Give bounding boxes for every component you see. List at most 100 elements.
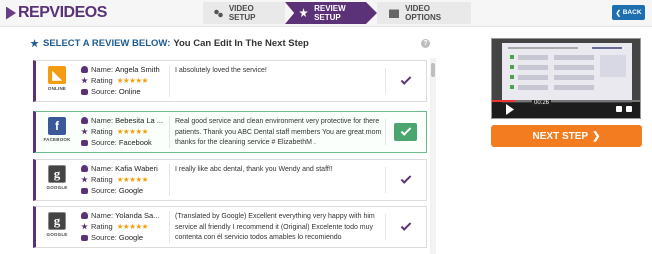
source-caption: GOOGLE	[46, 185, 68, 190]
select-review-button[interactable]	[385, 214, 425, 240]
video-frame-dot	[510, 75, 514, 79]
check-icon	[400, 173, 411, 184]
back-button[interactable]: ❮ BACK	[612, 5, 645, 20]
name-label: Name:	[91, 211, 114, 220]
speech-bubble-icon	[81, 88, 88, 95]
source-label: Source:	[91, 87, 117, 96]
review-card[interactable]: g GOOGLE Name: Kafia Waberi Rating ★★★★★ S…	[33, 159, 427, 201]
fullscreen-icon[interactable]	[626, 106, 632, 112]
video-frame-dot	[510, 65, 514, 69]
brand-name: REPVIDEOS	[18, 4, 107, 21]
wizard-steps: VIDEO SETUP REVIEW SETUP VIDEO OPTIONS	[203, 2, 471, 24]
next-step-button[interactable]: NEXT STEP ❯	[491, 125, 642, 147]
logo-mark-icon	[6, 6, 16, 20]
source-caption: GOOGLE	[46, 232, 68, 237]
video-time: 00:26	[532, 100, 552, 106]
video-frame-block	[554, 75, 594, 80]
rating-label: Rating	[91, 127, 113, 136]
video-progress-fill	[492, 100, 515, 102]
source-label: Source:	[91, 186, 117, 195]
review-meta: Name: Yolanda Sa... Rating ★★★★★ Source: Go…	[81, 210, 166, 243]
review-text: Real good service and clean environment …	[175, 118, 382, 146]
review-card[interactable]: g GOOGLE Name: Yolanda Sa... Rating ★★★★★ …	[33, 206, 427, 248]
video-frame-dot	[510, 55, 514, 59]
help-icon[interactable]: ?	[421, 39, 430, 48]
video-frame-line	[508, 47, 578, 49]
settings-icon[interactable]	[616, 106, 622, 112]
video-frame-block	[518, 65, 548, 70]
video-frame-block	[518, 55, 548, 60]
review-text: I really like abc dental, thank you Wend…	[175, 166, 333, 173]
user-icon	[81, 165, 88, 172]
rating-label: Rating	[91, 175, 113, 184]
review-source: Online	[118, 87, 141, 96]
rss-icon: ◣	[48, 66, 66, 84]
google-icon: g	[48, 165, 66, 183]
divider	[169, 65, 170, 97]
video-frame-line	[592, 47, 622, 49]
page-heading: SELECT A REVIEW BELOW: You Can Edit In T…	[30, 38, 309, 49]
video-frame-block	[554, 65, 594, 70]
star-icon	[81, 128, 88, 135]
star-icon	[30, 39, 39, 48]
divider	[169, 164, 170, 196]
select-review-button[interactable]	[385, 68, 425, 94]
reviewer-name: Kafia Waberi	[115, 164, 158, 173]
check-icon	[400, 74, 411, 85]
settings-icon	[213, 8, 223, 18]
step-label: VIDEO SETUP	[228, 4, 256, 22]
step-label: REVIEW SETUP	[314, 4, 346, 22]
review-card[interactable]: ◣ ONLINE Name: Angela Smith Rating ★★★★★ S…	[33, 60, 427, 102]
review-meta: Name: Bebesita La ... Rating ★★★★★ Source:…	[81, 115, 166, 148]
chevron-right-icon: ❯	[592, 130, 601, 142]
step-label: VIDEO OPTIONS	[405, 4, 442, 22]
step-video-options[interactable]: VIDEO OPTIONS	[377, 2, 471, 24]
name-label: Name:	[91, 65, 114, 74]
check-icon	[400, 220, 411, 231]
rating-label: Rating	[91, 222, 113, 231]
step-review-setup[interactable]: REVIEW SETUP	[285, 2, 377, 24]
video-frame	[502, 43, 632, 103]
select-review-button[interactable]	[385, 119, 425, 145]
step-video-setup[interactable]: VIDEO SETUP	[203, 2, 285, 24]
video-control-icons	[616, 106, 632, 112]
user-icon	[81, 66, 88, 73]
heading-rest: You Can Edit In The Next Step	[173, 38, 309, 49]
rating-label: Rating	[91, 76, 113, 85]
video-frame-dot	[510, 85, 514, 89]
video-preview[interactable]: 00:26	[491, 38, 641, 119]
reviewer-name: Yolanda Sa...	[115, 211, 160, 220]
scroll-thumb[interactable]	[431, 63, 435, 77]
film-icon	[389, 9, 400, 18]
review-list-scrollbar[interactable]	[430, 58, 436, 254]
name-label: Name:	[91, 116, 114, 125]
video-frame-panel	[600, 55, 626, 77]
source-caption: FACEBOOK	[43, 137, 71, 142]
source-logo: ◣ ONLINE	[45, 66, 69, 98]
video-frame-block	[518, 85, 548, 90]
google-icon: g	[48, 212, 66, 230]
reviewer-name: Angela Smith	[115, 65, 160, 74]
review-text: (Translated by Google) Excellent everyth…	[175, 213, 375, 241]
review-meta: Name: Kafia Waberi Rating ★★★★★ Source: Goo…	[81, 163, 166, 196]
star-icon	[81, 77, 88, 84]
video-frame-block	[518, 75, 548, 80]
star-icon	[299, 8, 308, 18]
source-logo: f FACEBOOK	[43, 117, 71, 149]
review-card-selected[interactable]: f FACEBOOK Name: Bebesita La ... Rating ★★…	[33, 111, 427, 153]
source-label: Source:	[91, 138, 117, 147]
select-review-button[interactable]	[385, 167, 425, 193]
source-logo: g GOOGLE	[45, 212, 69, 244]
speech-bubble-icon	[81, 234, 88, 241]
brand-logo: REPVIDEOS	[6, 4, 107, 22]
reviewer-name: Bebesita La ...	[115, 116, 164, 125]
next-step-label: NEXT STEP	[532, 130, 589, 142]
review-source: Google	[118, 186, 144, 195]
speech-bubble-icon	[81, 139, 88, 146]
star-icon	[81, 223, 88, 230]
video-frame-block	[554, 85, 594, 90]
video-progress-bar[interactable]	[492, 100, 640, 102]
rating-stars: ★★★★★	[116, 175, 149, 184]
play-icon[interactable]	[506, 104, 514, 115]
back-label: BACK	[622, 9, 642, 16]
